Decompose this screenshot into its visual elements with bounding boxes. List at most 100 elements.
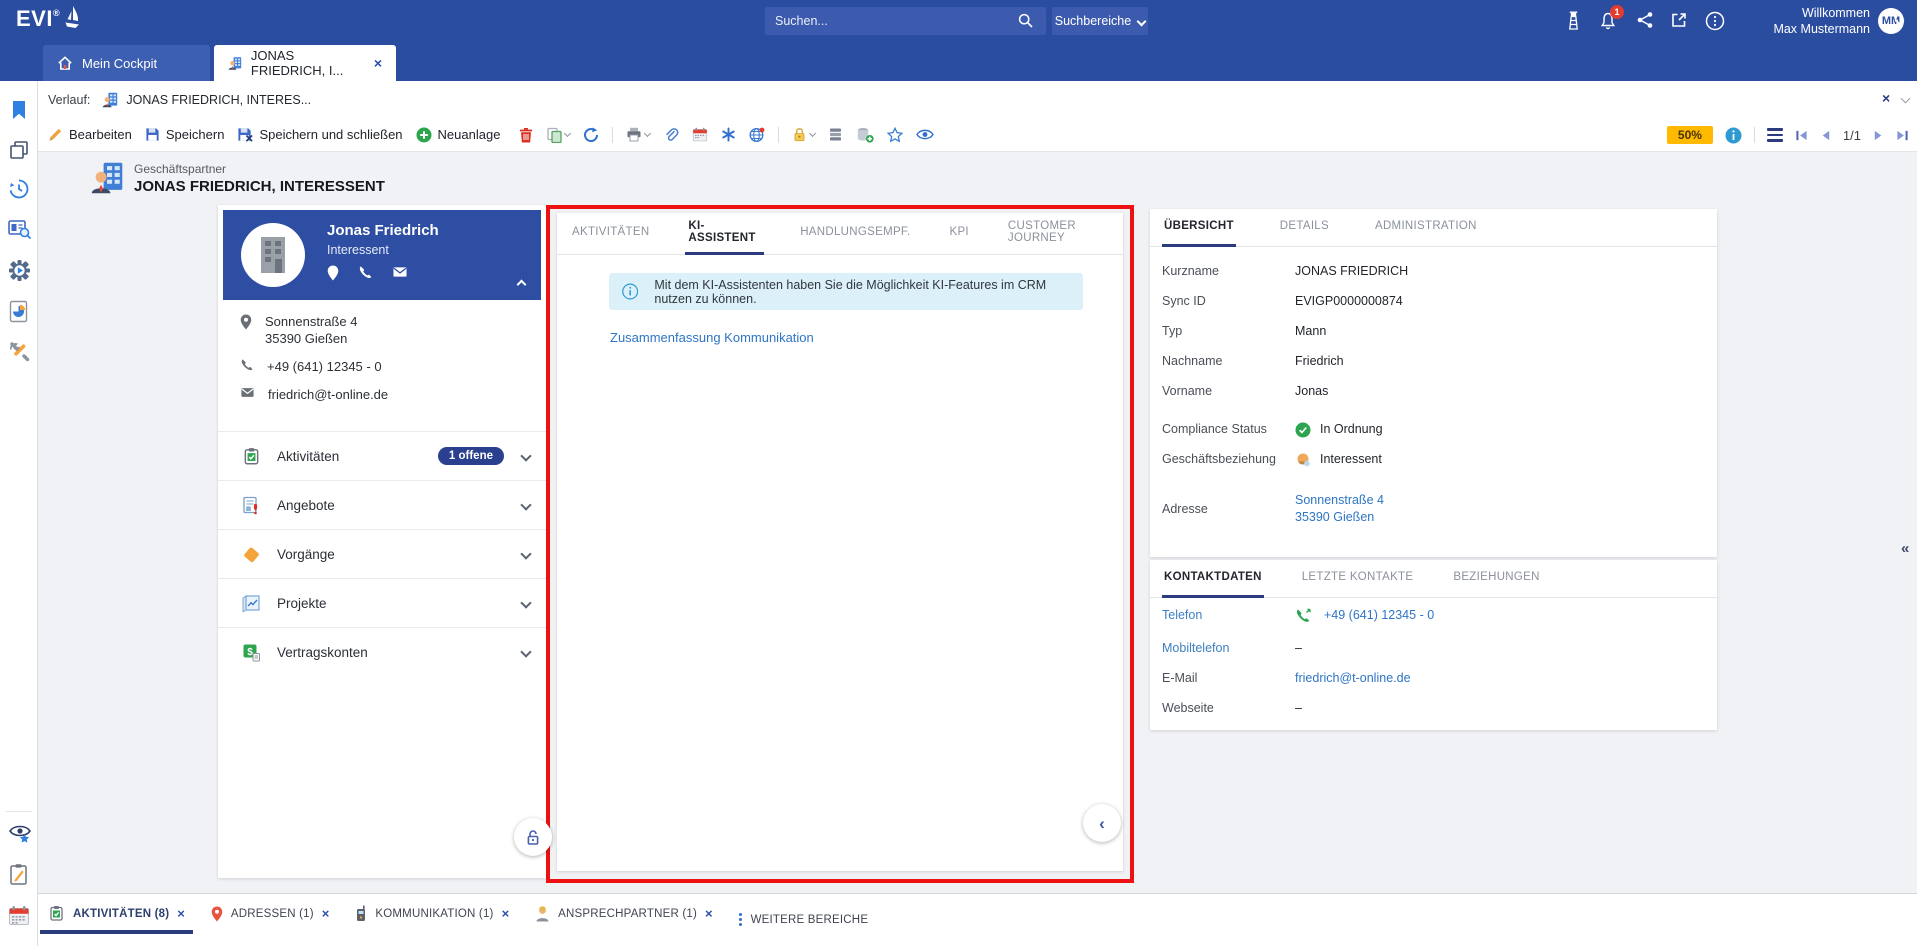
first-page-icon[interactable] bbox=[1795, 129, 1808, 142]
record-search-icon[interactable] bbox=[8, 218, 32, 240]
mail-icon[interactable] bbox=[392, 265, 408, 279]
tab-jonas-friedrich[interactable]: JONAS FRIEDRICH, I... × bbox=[214, 45, 396, 81]
new-record-button[interactable]: Neuanlage bbox=[416, 127, 500, 143]
history-entry[interactable]: JONAS FRIEDRICH, INTERES... bbox=[126, 93, 311, 107]
completion-progress-badge[interactable]: 50% bbox=[1666, 126, 1713, 144]
tab-uebersicht[interactable]: ÜBERSICHT bbox=[1162, 209, 1236, 247]
watch-eye-star-icon[interactable] bbox=[8, 823, 32, 845]
notification-badge: 1 bbox=[1610, 5, 1624, 19]
interessent-person-icon bbox=[1297, 453, 1310, 467]
process-gear-icon[interactable] bbox=[8, 259, 31, 282]
copy-pages-icon[interactable] bbox=[8, 139, 30, 161]
tools-icon[interactable] bbox=[8, 341, 31, 364]
tab-customer-journey[interactable]: CUSTOMER JOURNEY bbox=[1005, 213, 1123, 255]
email-link[interactable]: friedrich@t-online.de bbox=[1295, 671, 1411, 685]
share-icon[interactable] bbox=[1636, 11, 1654, 29]
close-tab-icon[interactable]: × bbox=[177, 906, 185, 921]
chevron-down-icon bbox=[644, 129, 652, 137]
tab-letzte-kontakte[interactable]: LETZTE KONTAKTE bbox=[1300, 560, 1416, 598]
record-header: Geschäftspartner JONAS FRIEDRICH, INTERE… bbox=[38, 152, 1917, 205]
favorite-star-icon[interactable] bbox=[887, 126, 904, 143]
close-tab-icon[interactable]: × bbox=[705, 906, 713, 921]
tab-mein-cockpit[interactable]: Mein Cockpit bbox=[43, 45, 210, 81]
lighthouse-icon[interactable] bbox=[1566, 10, 1581, 30]
open-external-icon[interactable] bbox=[1670, 11, 1688, 29]
tab-label: Mein Cockpit bbox=[82, 55, 158, 71]
save-button[interactable]: Speichern bbox=[145, 127, 224, 142]
tab-kpi[interactable]: KPI bbox=[946, 213, 971, 255]
phone-link[interactable]: +49 (641) 12345 - 0 bbox=[1324, 608, 1434, 624]
relations-asterisk-icon[interactable] bbox=[721, 127, 736, 142]
tab-aktivitaeten[interactable]: AKTIVITÄTEN bbox=[569, 213, 652, 255]
watch-eye-icon[interactable] bbox=[916, 128, 935, 141]
accordion-vorgaenge[interactable]: Vorgänge bbox=[218, 529, 546, 578]
footer-tab-ansprechpartner[interactable]: ANSPRECHPARTNER (1) × bbox=[535, 905, 713, 934]
attachment-paperclip-icon[interactable] bbox=[663, 127, 679, 143]
accordion-vertragskonten[interactable]: $ Vertragskonten bbox=[218, 627, 546, 676]
accordion-projekte[interactable]: Projekte bbox=[218, 578, 546, 627]
history-clock-icon[interactable] bbox=[8, 178, 30, 200]
tab-kontaktdaten[interactable]: KONTAKTDATEN bbox=[1162, 560, 1264, 598]
expand-right-panel-icon[interactable]: « bbox=[1901, 540, 1909, 557]
bookmark-icon[interactable] bbox=[8, 99, 30, 121]
pencil-icon bbox=[49, 128, 62, 141]
save-close-button[interactable]: Speichern und schließen bbox=[237, 127, 403, 143]
next-page-icon[interactable] bbox=[1873, 129, 1884, 142]
lock-floating-button[interactable] bbox=[514, 818, 552, 856]
close-tab-icon[interactable]: × bbox=[502, 906, 510, 921]
plus-circle-icon bbox=[416, 127, 432, 142]
lock-button[interactable] bbox=[792, 127, 817, 142]
field-sync-id: Sync ID EVIGP0000000874 bbox=[1162, 294, 1403, 308]
zusammenfassung-kommunikation-link[interactable]: Zusammenfassung Kommunikation bbox=[610, 330, 814, 345]
tab-beziehungen[interactable]: BEZIEHUNGEN bbox=[1451, 560, 1541, 598]
close-tab-icon[interactable]: × bbox=[374, 55, 382, 71]
footer-more-areas-button[interactable]: WEITERE BEREICHE bbox=[738, 913, 869, 926]
address-link-line2[interactable]: 35390 Gießen bbox=[1295, 509, 1384, 526]
tab-ki-assistent[interactable]: KI-ASSISTENT bbox=[685, 213, 765, 255]
more-options-icon[interactable] bbox=[1705, 11, 1725, 31]
print-button[interactable] bbox=[626, 127, 652, 142]
web-globe-icon[interactable] bbox=[749, 127, 765, 143]
tab-handlungsempf[interactable]: HANDLUNGSEMPF. bbox=[797, 213, 913, 255]
accordion-angebote[interactable]: Angebote bbox=[218, 480, 546, 529]
report-document-icon[interactable] bbox=[8, 300, 29, 323]
last-page-icon[interactable] bbox=[1896, 129, 1909, 142]
partner-address: Sonnenstraße 4 35390 Gießen bbox=[240, 313, 358, 347]
partner-relation: Interessent bbox=[327, 243, 389, 257]
search-scope-dropdown[interactable]: Suchbereiche bbox=[1052, 7, 1148, 35]
collapse-panel-button[interactable]: ‹ bbox=[1083, 804, 1121, 842]
footer-tab-aktivitaeten[interactable]: AKTIVITÄTEN (8) × bbox=[40, 905, 193, 934]
field-typ: Typ Mann bbox=[1162, 324, 1327, 338]
collapse-card-chevron-icon[interactable] bbox=[516, 279, 527, 290]
footer-tab-kommunikation[interactable]: KOMMUNIKATION (1) × bbox=[355, 905, 509, 934]
refresh-icon[interactable] bbox=[583, 127, 599, 143]
location-pin-icon[interactable] bbox=[327, 265, 339, 281]
footer-tab-adressen[interactable]: ADRESSEN (1) × bbox=[211, 906, 330, 934]
accordion-aktivitaeten[interactable]: Aktivitäten 1 offene bbox=[218, 431, 546, 480]
delete-trash-icon[interactable] bbox=[519, 127, 533, 143]
tab-administration[interactable]: ADMINISTRATION bbox=[1373, 209, 1479, 247]
business-partner-icon bbox=[103, 92, 118, 107]
appointments-calendar-icon[interactable] bbox=[692, 127, 708, 142]
edit-button[interactable]: Bearbeiten bbox=[48, 127, 132, 142]
notes-clipboard-icon[interactable] bbox=[8, 863, 29, 886]
phone-icon[interactable] bbox=[358, 265, 373, 280]
previous-page-icon[interactable] bbox=[1820, 129, 1831, 142]
top-header-bar: EVI® Suchbereiche 1 bbox=[0, 0, 1917, 42]
address-link-line1[interactable]: Sonnenstraße 4 bbox=[1295, 492, 1384, 509]
close-history-icon[interactable]: × bbox=[1882, 90, 1890, 106]
search-input[interactable] bbox=[765, 7, 1046, 35]
printer-icon bbox=[627, 127, 641, 142]
menu-hamburger-icon[interactable] bbox=[1766, 128, 1783, 142]
search-icon[interactable] bbox=[1018, 13, 1033, 28]
window-tab-strip: Mein Cockpit JONAS FRIEDRICH, I... × bbox=[0, 42, 1917, 81]
tab-details[interactable]: DETAILS bbox=[1278, 209, 1331, 247]
close-tab-icon[interactable]: × bbox=[322, 906, 330, 921]
info-icon[interactable] bbox=[1725, 127, 1742, 144]
call-outgoing-icon[interactable] bbox=[1295, 608, 1312, 624]
calendar-icon[interactable] bbox=[8, 905, 30, 926]
dataset-stack-icon[interactable] bbox=[828, 127, 843, 142]
copy-record-button[interactable] bbox=[546, 127, 572, 143]
app-logo: EVI ® bbox=[16, 6, 82, 32]
add-to-database-icon[interactable] bbox=[856, 127, 875, 143]
